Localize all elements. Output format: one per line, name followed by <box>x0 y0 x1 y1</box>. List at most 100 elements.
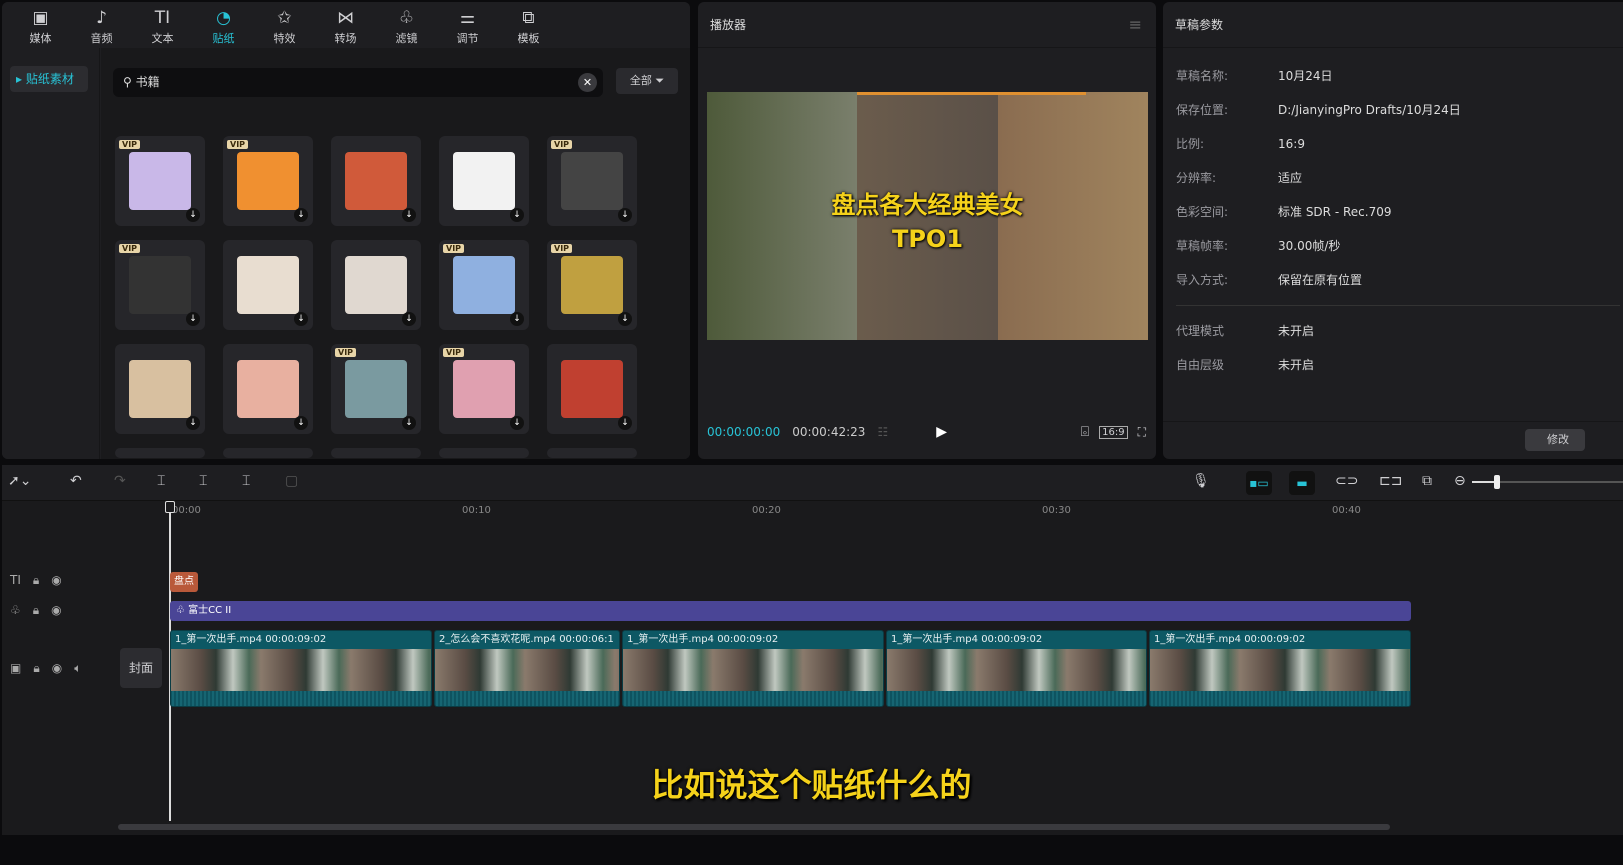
sticker-item[interactable]: VIP ↓ <box>115 136 205 226</box>
lock-icon[interactable]: 🔒︎ <box>33 573 39 588</box>
sticker-item[interactable]: ↓ <box>331 136 421 226</box>
grid-icon[interactable]: ☷ <box>877 425 888 439</box>
sticker-item[interactable]: VIP ↓ <box>547 136 637 226</box>
sticker-item[interactable] <box>331 448 421 458</box>
microphone-icon[interactable]: 🎙 <box>1192 473 1210 489</box>
clip-thumbnails <box>623 649 883 691</box>
play-button[interactable]: ▶ <box>936 424 947 440</box>
eye-icon[interactable]: ◉ <box>51 603 61 618</box>
tab-text[interactable]: TI 文本 <box>132 2 193 48</box>
tab-media[interactable]: ▣ 媒体 <box>10 2 71 48</box>
filter-clip[interactable]: ♧ 富士CC II <box>170 601 1411 621</box>
download-icon[interactable]: ↓ <box>618 208 632 222</box>
download-icon[interactable]: ↓ <box>186 208 200 222</box>
delete-icon[interactable]: ▢ <box>285 473 298 489</box>
auto-snap-icon[interactable]: ▬ <box>1289 471 1315 495</box>
download-icon[interactable]: ↓ <box>618 312 632 326</box>
download-icon[interactable]: ↓ <box>186 312 200 326</box>
download-icon[interactable]: ↓ <box>510 312 524 326</box>
trim-left-icon[interactable]: ⌶ <box>199 473 207 489</box>
clear-search-button[interactable]: ✕ <box>578 73 597 92</box>
audio-waveform <box>623 691 883 706</box>
sticker-thumbnail <box>237 256 299 314</box>
download-icon[interactable]: ↓ <box>294 208 308 222</box>
lock-icon[interactable]: 🔒︎ <box>33 661 39 676</box>
modify-button[interactable]: 修改 <box>1525 429 1585 451</box>
sticker-item[interactable]: ↓ <box>223 240 313 330</box>
sticker-item[interactable]: ↓ <box>223 344 313 434</box>
link-icon[interactable]: ⊂⊃ <box>1335 473 1358 489</box>
adjust-icon: ⚌ <box>459 8 476 28</box>
video-clip[interactable]: 2_怎么会不喜欢花呢.mp4 00:00:06:1 <box>434 630 620 707</box>
download-icon[interactable]: ↓ <box>402 208 416 222</box>
lock-icon[interactable]: 🔒︎ <box>33 603 39 618</box>
sticker-item[interactable]: ↓ <box>439 136 529 226</box>
tab-adjust[interactable]: ⚌ 调节 <box>437 2 498 48</box>
video-preview[interactable]: 盘点各大经典美女 TPO1 <box>707 92 1148 340</box>
video-clip[interactable]: 1_第一次出手.mp4 00:00:09:02 <box>1149 630 1411 707</box>
fit-zoom-icon[interactable]: ⧉ <box>1422 473 1432 489</box>
menu-icon[interactable]: ≡ <box>1129 2 1142 48</box>
sticker-thumbnail <box>237 152 299 210</box>
sticker-item[interactable] <box>439 448 529 458</box>
sticker-item[interactable] <box>115 448 205 458</box>
eye-icon[interactable]: ◉ <box>52 661 62 676</box>
trim-right-icon[interactable]: ⌶ <box>242 473 250 489</box>
sticker-item[interactable] <box>547 448 637 458</box>
sticker-item[interactable]: VIP ↓ <box>331 344 421 434</box>
download-icon[interactable]: ↓ <box>402 312 416 326</box>
select-tool-icon[interactable]: ➚⌄ <box>8 473 31 489</box>
sticker-item[interactable]: ↓ <box>331 240 421 330</box>
param-row: 草稿名称: 10月24日 <box>1163 59 1623 93</box>
fullscreen-icon[interactable]: ⛶ <box>1138 425 1146 440</box>
main-track-magnet-icon[interactable]: ▪▭ <box>1246 471 1272 495</box>
download-icon[interactable]: ↓ <box>294 416 308 430</box>
sticker-item[interactable]: VIP ↓ <box>115 240 205 330</box>
download-icon[interactable]: ↓ <box>618 416 632 430</box>
text-clip[interactable]: 盘点 <box>170 572 198 592</box>
split-icon[interactable]: ⌶ <box>157 473 165 489</box>
clip-duration: 00:00:09:02 <box>1244 634 1306 645</box>
sticker-item[interactable]: VIP ↓ <box>223 136 313 226</box>
undo-icon[interactable]: ↶ <box>70 473 82 489</box>
sticker-thumbnail <box>345 360 407 418</box>
video-clip[interactable]: 1_第一次出手.mp4 00:00:09:02 <box>622 630 884 707</box>
sticker-item[interactable]: VIP ↓ <box>439 344 529 434</box>
sticker-thumbnail <box>237 360 299 418</box>
zoom-out-icon[interactable]: ⊖ <box>1454 473 1466 489</box>
download-icon[interactable]: ↓ <box>186 416 200 430</box>
sticker-item[interactable]: ↓ <box>547 344 637 434</box>
search-input[interactable]: ⚲ 书籍 ✕ <box>113 68 603 97</box>
tab-filter[interactable]: ♧ 滤镜 <box>376 2 437 48</box>
video-clip[interactable]: 1_第一次出手.mp4 00:00:09:02 <box>170 630 432 707</box>
horizontal-scrollbar[interactable] <box>118 824 1390 830</box>
tab-template[interactable]: ⧉ 模板 <box>498 2 559 48</box>
redo-icon[interactable]: ↷ <box>114 473 126 489</box>
sticker-item[interactable]: VIP ↓ <box>439 240 529 330</box>
video-clip[interactable]: 1_第一次出手.mp4 00:00:09:02 <box>886 630 1147 707</box>
sticker-item[interactable]: ↓ <box>115 344 205 434</box>
tab-transition[interactable]: ⋈ 转场 <box>315 2 376 48</box>
ratio-button[interactable]: 16:9 <box>1099 425 1128 439</box>
download-icon[interactable]: ↓ <box>510 208 524 222</box>
download-icon[interactable]: ↓ <box>402 416 416 430</box>
param-value: D:/JianyingPro Drafts/10月24日 <box>1278 103 1461 117</box>
time-ruler[interactable]: 00:00 00:10 00:20 00:30 00:40 <box>116 501 1623 523</box>
tab-sticker[interactable]: ◔ 贴纸 <box>193 2 254 48</box>
tab-effects[interactable]: ✩ 特效 <box>254 2 315 48</box>
cover-button[interactable]: 封面 <box>120 648 162 688</box>
param-label: 草稿名称: <box>1176 69 1229 83</box>
download-icon[interactable]: ↓ <box>510 416 524 430</box>
tab-audio[interactable]: ♪ 音频 <box>71 2 132 48</box>
preview-axis-icon[interactable]: ⊏⊐ <box>1379 473 1402 489</box>
filter-dropdown[interactable]: 全部 ⏷ <box>616 68 678 94</box>
download-icon[interactable]: ↓ <box>294 312 308 326</box>
zoom-slider[interactable] <box>1472 475 1623 489</box>
mute-icon[interactable]: 🔈︎ <box>74 661 81 676</box>
sidebar-item-sticker-material[interactable]: ▸ 贴纸素材 <box>10 66 88 92</box>
screenshot-icon[interactable]: ⌻ <box>1081 424 1089 440</box>
sticker-item[interactable] <box>223 448 313 458</box>
sticker-item[interactable]: VIP ↓ <box>547 240 637 330</box>
eye-icon[interactable]: ◉ <box>51 573 61 588</box>
filter-track-header: ♧ 🔒︎ ◉ <box>10 603 62 618</box>
